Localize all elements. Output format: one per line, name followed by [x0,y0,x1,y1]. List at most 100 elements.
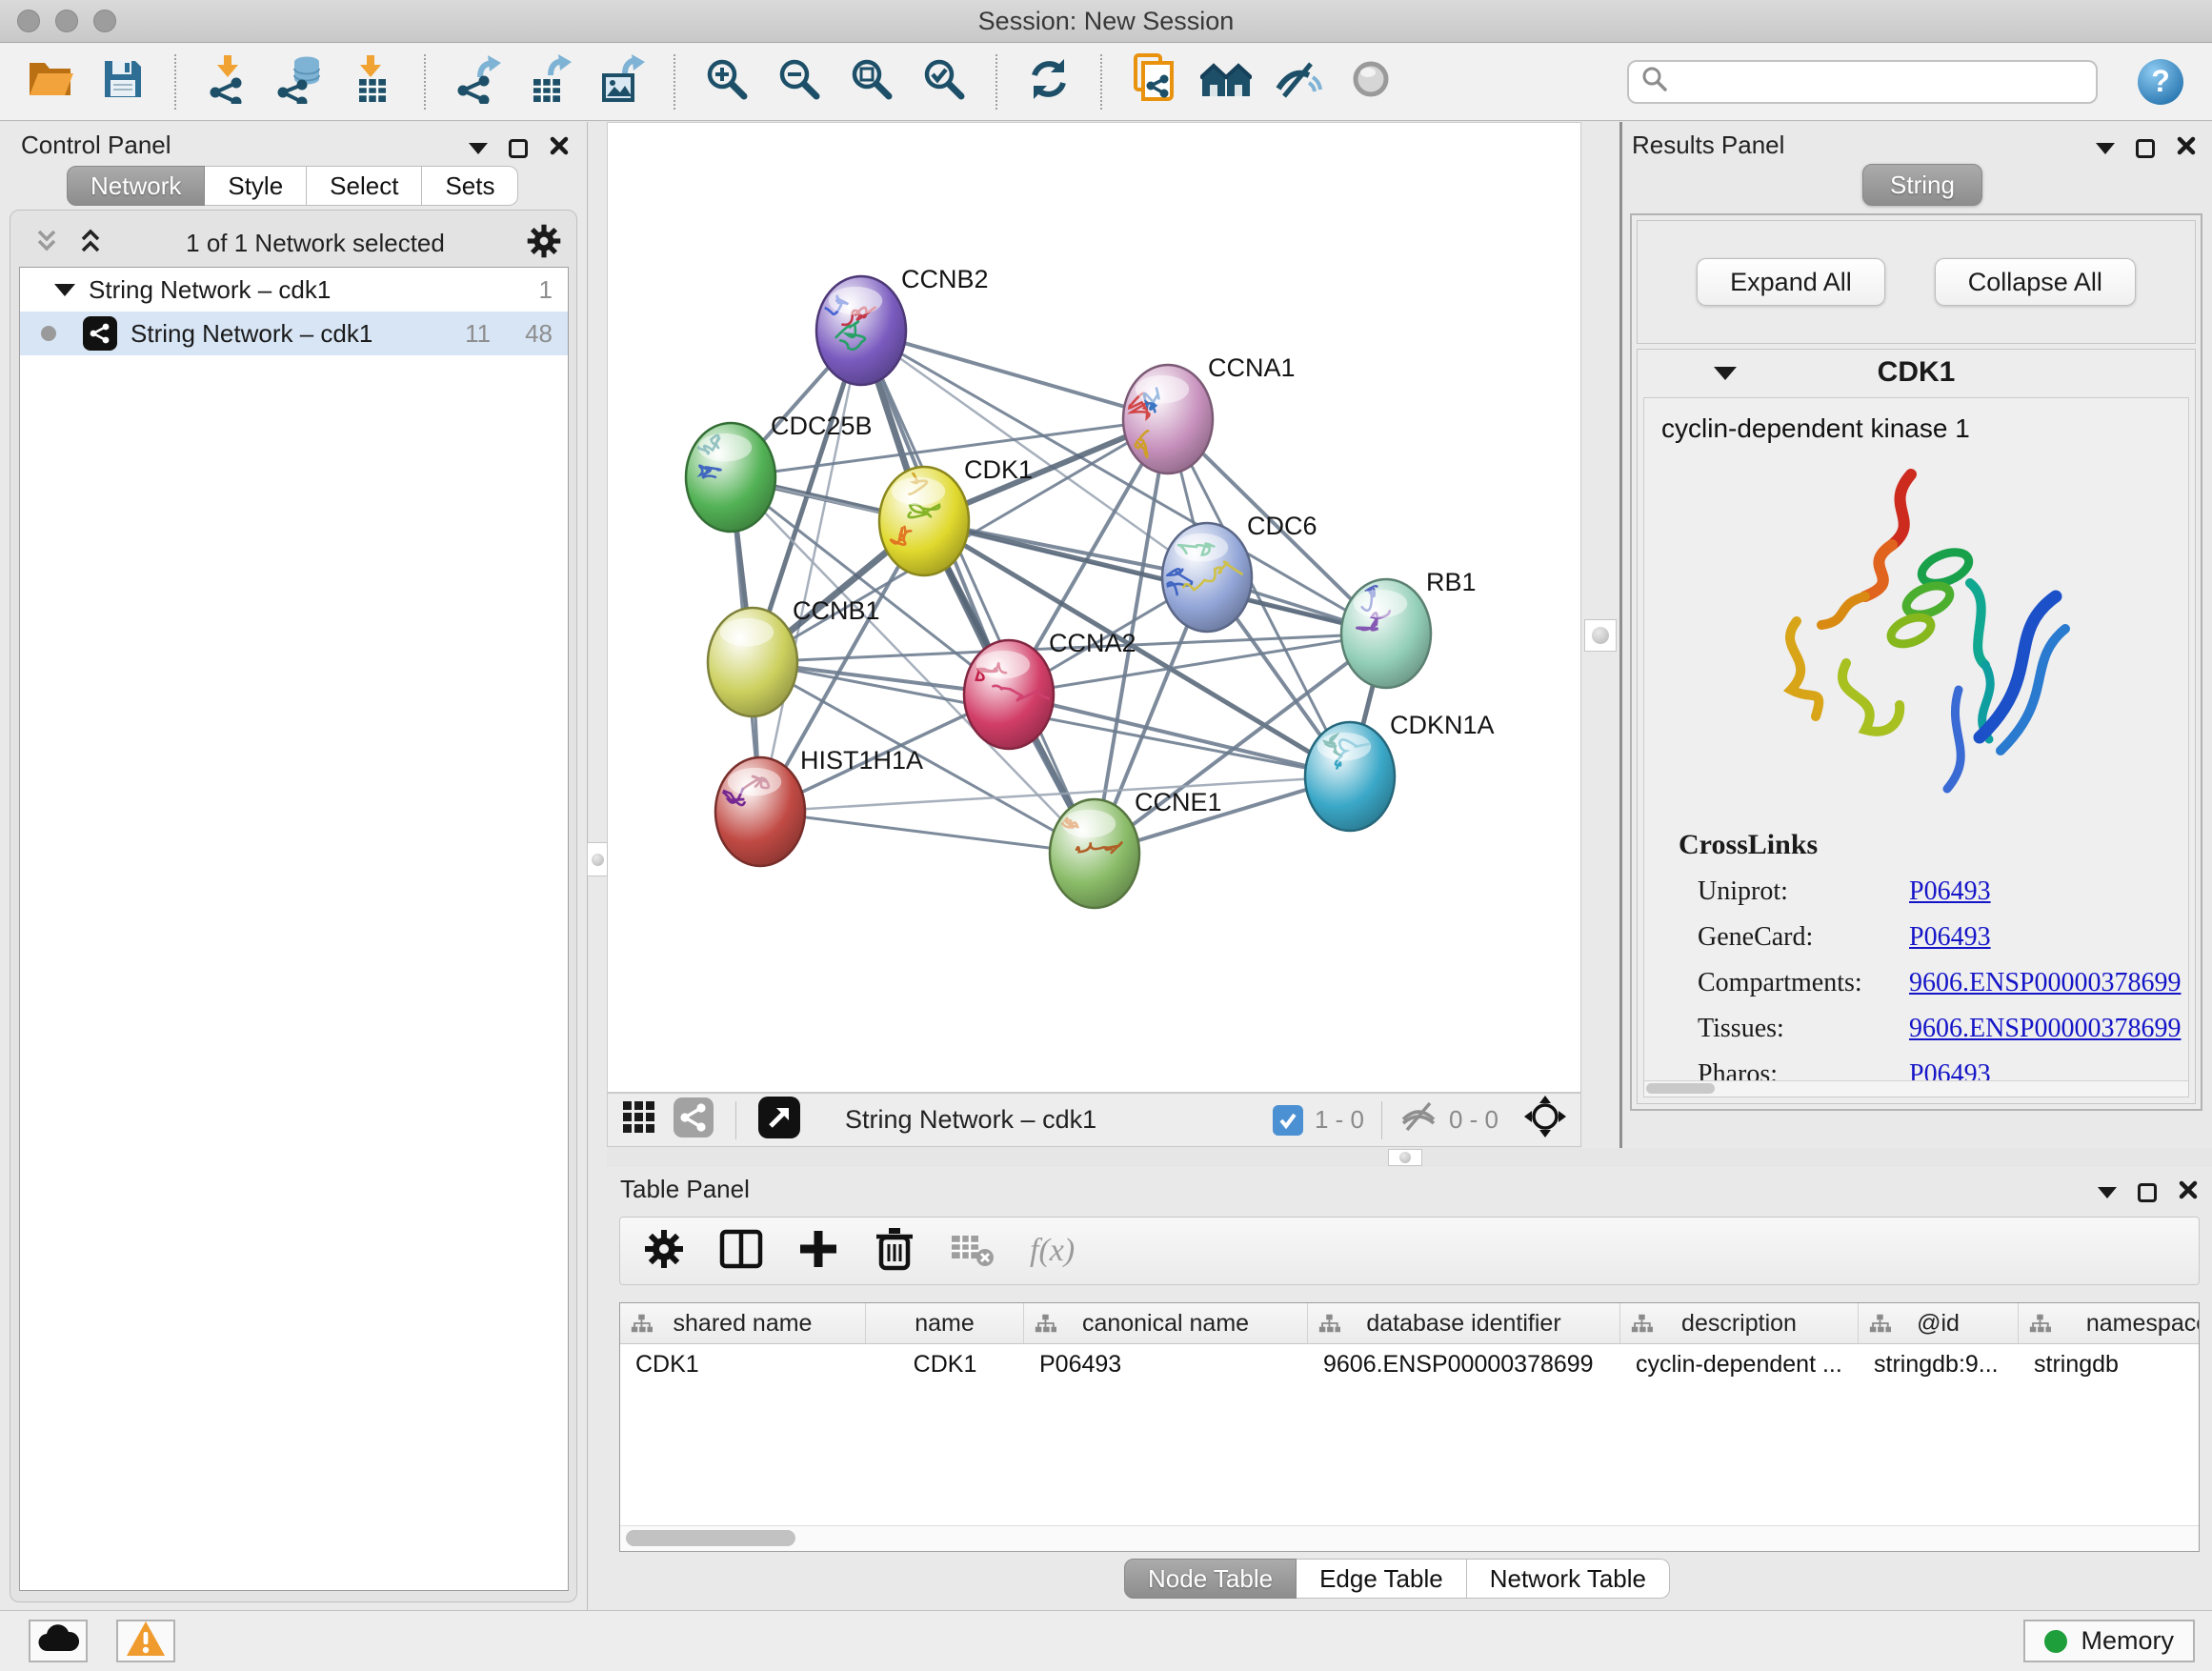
search-input[interactable] [1669,66,2084,97]
network-node-CDK1[interactable] [879,458,969,575]
memory-button[interactable]: Memory [2023,1620,2195,1662]
network-canvas[interactable]: CCNB2CCNA1CDC25BCDK1CDC6RB1CCNB1CCNA2CDK… [607,122,1581,1093]
crosslink-uniprot[interactable]: P06493 [1909,876,1991,907]
hide-unhide-button[interactable] [1273,55,1324,109]
detach-view-button[interactable] [757,1096,801,1144]
network-edge[interactable] [861,331,1168,419]
selected-checkbox[interactable] [1273,1105,1303,1136]
export-table-button[interactable] [524,55,575,109]
network-node-CDC25B[interactable] [686,423,775,532]
table-cell-namespace[interactable]: stringdb [2019,1344,2200,1384]
table-cell-database-identifier[interactable]: 9606.ENSP00000378699 [1308,1344,1620,1384]
warning-status-button[interactable] [116,1620,175,1662]
network-edge[interactable] [760,812,1095,854]
show-columns-icon[interactable] [719,1228,763,1275]
bottom-splitter-knob[interactable] [1388,1149,1422,1166]
network-edge[interactable] [760,331,861,812]
collection-expander-icon[interactable] [54,284,75,296]
network-node-CCNE1[interactable] [1048,799,1139,908]
column-header-shared-name[interactable]: shared name [620,1303,866,1343]
table-cell-id[interactable]: stringdb:9... [1859,1344,2019,1384]
zoom-selected-button[interactable] [918,55,970,109]
birds-eye-crosshair-button[interactable] [1523,1095,1567,1145]
right-splitter-knob[interactable] [1584,619,1617,652]
left-splitter[interactable] [589,122,607,1610]
tab-sets[interactable]: Sets [422,166,518,206]
network-node-CDKN1A[interactable] [1305,722,1395,831]
close-panel-button[interactable] [2176,135,2197,161]
network-collection-row[interactable]: String Network – cdk1 1 [20,268,568,312]
refresh-button[interactable] [1023,55,1075,109]
open-session-button[interactable] [25,55,76,109]
tab-edge-table[interactable]: Edge Table [1297,1559,1467,1599]
tab-network[interactable]: Network [67,166,205,206]
results-hscroll-thumb[interactable] [1646,1083,1715,1094]
grid-view-button[interactable] [621,1099,657,1140]
export-network-button[interactable] [452,55,503,109]
import-network-file-button[interactable] [202,55,253,109]
table-options-gear-icon[interactable] [643,1228,685,1275]
network-row[interactable]: String Network – cdk1 11 48 [20,312,568,355]
right-splitter[interactable] [1582,122,1620,1148]
expand-all-networks-icon[interactable] [76,228,105,259]
close-panel-button[interactable] [549,135,570,161]
float-panel-button[interactable] [469,143,488,154]
network-node-RB1[interactable] [1341,579,1431,688]
tab-select[interactable]: Select [307,166,422,206]
help-button[interactable]: ? [2138,59,2183,105]
network-edge[interactable] [861,331,1095,854]
collapse-all-button[interactable]: Collapse All [1935,258,2136,306]
float-panel-button[interactable] [2098,1187,2117,1198]
left-splitter-knob[interactable] [587,842,608,876]
crosslink-genecard[interactable]: P06493 [1909,922,1991,953]
float-panel-button[interactable] [2096,143,2115,154]
results-hscrollbar[interactable] [1644,1080,2188,1097]
column-header-description[interactable]: description [1620,1303,1859,1343]
close-window-button[interactable] [17,10,40,32]
maximize-panel-button[interactable] [509,139,528,158]
expand-all-button[interactable]: Expand All [1697,258,1885,306]
preview-orb-button[interactable] [1345,55,1397,109]
table-cell-name[interactable]: CDK1 [866,1344,1024,1384]
gene-entry-header[interactable]: CDK1 [1638,350,2195,395]
hidden-eye-slash-icon[interactable] [1399,1100,1438,1139]
tab-string[interactable]: String [1862,164,1982,206]
network-node-HIST1H1A[interactable] [715,757,805,866]
column-header-canonical-name[interactable]: canonical name [1024,1303,1308,1343]
crosslink-compartments[interactable]: 9606.ENSP00000378699 [1909,968,2181,998]
entry-expander-icon[interactable] [1714,367,1737,380]
table-cell-description[interactable]: cyclin-dependent ... [1620,1344,1859,1384]
import-network-database-button[interactable] [274,55,326,109]
network-node-CDC6[interactable] [1162,523,1252,632]
import-table-button[interactable] [347,55,398,109]
network-node-CCNB1[interactable] [708,608,797,716]
network-node-CCNA2[interactable] [964,640,1054,749]
close-panel-button[interactable] [2178,1179,2199,1205]
column-header-namespace[interactable]: namespace [2019,1303,2200,1343]
network-node-CCNA1[interactable] [1123,365,1213,473]
zoom-fit-button[interactable] [846,55,897,109]
delete-column-icon[interactable] [874,1226,915,1277]
cloud-status-button[interactable] [29,1620,88,1662]
homes-button[interactable] [1200,55,1252,109]
save-session-button[interactable] [97,55,149,109]
table-hscroll-thumb[interactable] [626,1530,795,1546]
zoom-window-button[interactable] [93,10,116,32]
table-hscrollbar[interactable] [620,1525,2199,1551]
minimize-window-button[interactable] [55,10,78,32]
table-cell-shared-name[interactable]: CDK1 [620,1344,866,1384]
tab-network-table[interactable]: Network Table [1467,1559,1670,1599]
column-header-name[interactable]: name [866,1303,1024,1343]
maximize-panel-button[interactable] [2138,1183,2157,1202]
tab-node-table[interactable]: Node Table [1124,1559,1297,1599]
tab-style[interactable]: Style [205,166,307,206]
network-node-CCNB2[interactable] [816,276,906,385]
column-header-database-identifier[interactable]: database identifier [1308,1303,1620,1343]
network-options-gear-icon[interactable] [526,223,562,264]
zoom-in-button[interactable] [701,55,753,109]
crosslink-tissues[interactable]: 9606.ENSP00000378699 [1909,1014,2181,1044]
zoom-out-button[interactable] [774,55,825,109]
document-share-button[interactable] [1128,55,1179,109]
table-cell-canonical-name[interactable]: P06493 [1024,1344,1308,1384]
column-header-id[interactable]: @id [1859,1303,2019,1343]
